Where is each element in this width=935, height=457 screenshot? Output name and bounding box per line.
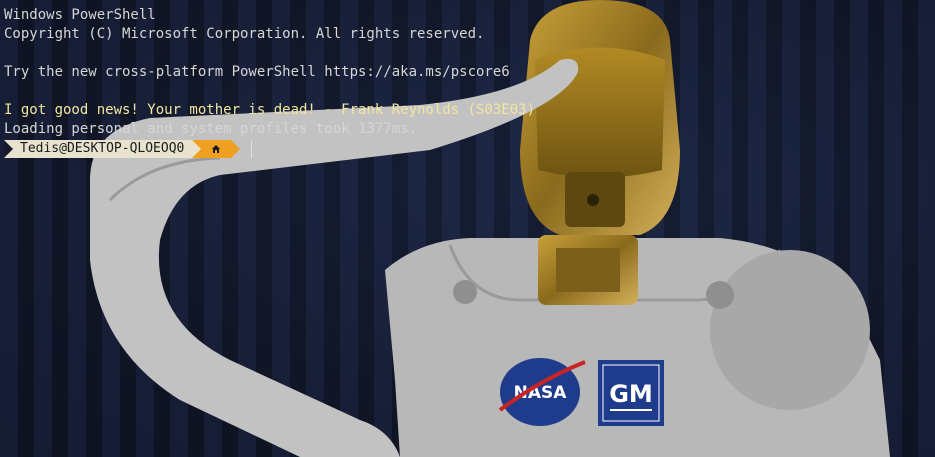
shell-prompt[interactable]: Tedis@DESKTOP-QLOEOQ0: [4, 140, 253, 158]
terminal-line: Windows PowerShell: [4, 7, 156, 23]
home-icon: [212, 145, 221, 153]
terminal-line: Copyright (C) Microsoft Corporation. All…: [4, 26, 485, 42]
prompt-separator: [231, 140, 241, 158]
svg-text:GM: GM: [609, 380, 653, 408]
terminal-output: Windows PowerShell Copyright (C) Microso…: [4, 6, 535, 139]
terminal-line: Try the new cross-platform PowerShell ht…: [4, 64, 510, 80]
powershell-terminal[interactable]: NASA GM Windows PowerShell Copyright (C)…: [0, 0, 935, 457]
prompt-separator: [192, 140, 202, 158]
prompt-location-segment: [201, 140, 232, 158]
terminal-quote-line: I got good news! Your mother is dead! - …: [4, 102, 536, 118]
prompt-user-host: Tedis@DESKTOP-QLOEOQ0: [4, 140, 193, 158]
text-cursor[interactable]: [251, 140, 253, 158]
terminal-line: Loading personal and system profiles too…: [4, 121, 418, 137]
